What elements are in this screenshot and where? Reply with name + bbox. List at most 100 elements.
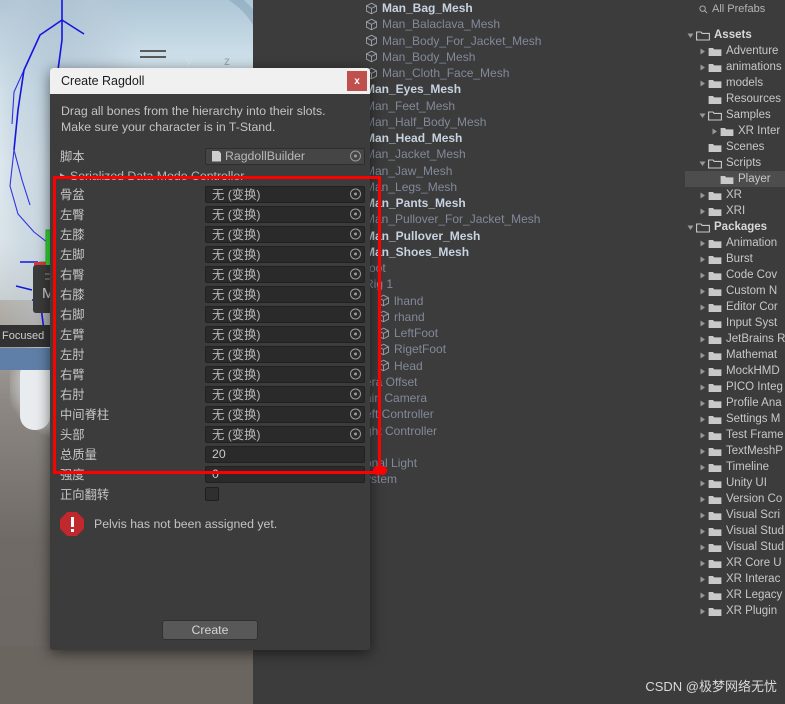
chevron-right-icon[interactable] [697, 288, 708, 295]
chevron-right-icon[interactable] [697, 592, 708, 599]
object-picker-icon[interactable] [350, 428, 361, 440]
bone-slot-object-field[interactable]: 无 (变换) [205, 265, 365, 283]
chevron-right-icon[interactable] [697, 64, 708, 71]
project-row[interactable]: Assets [685, 27, 785, 43]
chevron-right-icon[interactable] [697, 80, 708, 87]
chevron-right-icon[interactable] [697, 320, 708, 327]
chevron-right-icon[interactable] [697, 368, 708, 375]
script-object-field[interactable]: RagdollBuilder [205, 147, 365, 165]
chevron-right-icon[interactable] [697, 304, 708, 311]
project-panel[interactable]: All Prefabs Assets Adventure animations mod… [685, 0, 785, 704]
chevron-right-icon[interactable] [697, 48, 708, 55]
hierarchy-row[interactable]: Man_Balaclava_Mesh [253, 16, 685, 32]
bone-slot-object-field[interactable]: 无 (变换) [205, 285, 365, 303]
project-row[interactable]: XRI [685, 203, 785, 219]
object-picker-icon[interactable] [350, 248, 361, 260]
chevron-right-icon[interactable] [697, 512, 708, 519]
project-row[interactable]: Profile Ana [685, 395, 785, 411]
project-row[interactable]: XR Core U [685, 555, 785, 571]
gizmo-axis-z-label[interactable]: z [224, 54, 230, 68]
project-row[interactable]: Mathemat [685, 347, 785, 363]
project-row[interactable]: Resources [685, 91, 785, 107]
chevron-right-icon[interactable] [697, 544, 708, 551]
chevron-right-icon[interactable] [697, 240, 708, 247]
flip-forward-checkbox[interactable] [205, 487, 219, 501]
project-row[interactable]: Settings M [685, 411, 785, 427]
strength-input[interactable]: 0 [205, 465, 365, 483]
chevron-down-icon[interactable] [685, 32, 696, 39]
chevron-right-icon[interactable] [709, 128, 720, 135]
chevron-right-icon[interactable] [697, 352, 708, 359]
chevron-right-icon[interactable] [697, 272, 708, 279]
project-row[interactable]: Burst [685, 251, 785, 267]
project-row[interactable]: Visual Stud [685, 523, 785, 539]
chevron-right-icon[interactable] [697, 336, 708, 343]
total-mass-input[interactable]: 20 [205, 445, 365, 463]
project-row[interactable]: Unity UI [685, 475, 785, 491]
object-picker-icon[interactable] [350, 328, 361, 340]
chevron-right-icon[interactable] [697, 576, 708, 583]
project-row[interactable]: PICO Integ [685, 379, 785, 395]
project-row[interactable]: Visual Scri [685, 507, 785, 523]
object-picker-icon[interactable] [350, 388, 361, 400]
project-row[interactable]: Animation [685, 235, 785, 251]
bone-slot-object-field[interactable]: 无 (变换) [205, 305, 365, 323]
project-row[interactable]: Scenes [685, 139, 785, 155]
chevron-right-icon[interactable] [697, 608, 708, 615]
chevron-down-icon[interactable] [697, 160, 708, 167]
create-button[interactable]: Create [162, 620, 258, 640]
project-row[interactable]: Version Co [685, 491, 785, 507]
gizmo-axis-y-label[interactable]: y [186, 54, 192, 68]
project-row[interactable]: Test Frame [685, 427, 785, 443]
bone-slot-object-field[interactable]: 无 (变换) [205, 225, 365, 243]
project-row[interactable]: models [685, 75, 785, 91]
project-row[interactable]: Custom N [685, 283, 785, 299]
chevron-right-icon[interactable] [697, 256, 708, 263]
project-row[interactable]: Adventure [685, 43, 785, 59]
hierarchy-row[interactable]: Man_Bag_Mesh [253, 0, 685, 16]
chevron-right-icon[interactable] [697, 448, 708, 455]
object-picker-icon[interactable] [350, 308, 361, 320]
project-row[interactable]: Editor Cor [685, 299, 785, 315]
bone-slot-object-field[interactable]: 无 (变换) [205, 185, 365, 203]
project-search-filter[interactable]: All Prefabs [685, 0, 785, 18]
chevron-right-icon[interactable] [697, 496, 708, 503]
bone-slot-object-field[interactable]: 无 (变换) [205, 365, 365, 383]
chevron-right-icon[interactable] [697, 192, 708, 199]
project-row[interactable]: TextMeshP [685, 443, 785, 459]
object-picker-icon[interactable] [350, 408, 361, 420]
object-picker-icon[interactable] [350, 268, 361, 280]
project-row[interactable]: Scripts [685, 155, 785, 171]
project-row[interactable]: XR Plugin [685, 603, 785, 619]
chevron-down-icon[interactable] [685, 224, 696, 231]
script-picker-icon[interactable] [350, 150, 361, 162]
chevron-right-icon[interactable] [697, 208, 708, 215]
dialog-titlebar[interactable]: Create Ragdoll x [50, 68, 370, 94]
close-icon[interactable]: x [347, 71, 367, 91]
project-row[interactable]: JetBrains R [685, 331, 785, 347]
chevron-right-icon[interactable] [697, 528, 708, 535]
chevron-right-icon[interactable] [697, 416, 708, 423]
chevron-right-icon[interactable] [697, 560, 708, 567]
chevron-right-icon[interactable] [697, 384, 708, 391]
bone-slot-object-field[interactable]: 无 (变换) [205, 345, 365, 363]
project-row[interactable]: MockHMD [685, 363, 785, 379]
object-picker-icon[interactable] [350, 288, 361, 300]
object-picker-icon[interactable] [350, 188, 361, 200]
project-row[interactable]: Input Syst [685, 315, 785, 331]
project-row[interactable]: Code Cov [685, 267, 785, 283]
project-row[interactable]: XR Legacy [685, 587, 785, 603]
object-picker-icon[interactable] [350, 348, 361, 360]
hierarchy-row[interactable]: Man_Body_For_Jacket_Mesh [253, 33, 685, 49]
bone-slot-object-field[interactable]: 无 (变换) [205, 425, 365, 443]
project-row[interactable]: Packages [685, 219, 785, 235]
create-ragdoll-dialog[interactable]: Create Ragdoll x Drag all bones from the… [50, 68, 370, 650]
bone-slot-object-field[interactable]: 无 (变换) [205, 245, 365, 263]
bone-slot-object-field[interactable]: 无 (变换) [205, 325, 365, 343]
chevron-right-icon[interactable] [697, 464, 708, 471]
hierarchy-row[interactable]: Man_Body_Mesh [253, 49, 685, 65]
bone-slot-object-field[interactable]: 无 (变换) [205, 385, 365, 403]
bone-slot-object-field[interactable]: 无 (变换) [205, 205, 365, 223]
project-row[interactable]: Player [685, 171, 785, 187]
bone-slot-object-field[interactable]: 无 (变换) [205, 405, 365, 423]
